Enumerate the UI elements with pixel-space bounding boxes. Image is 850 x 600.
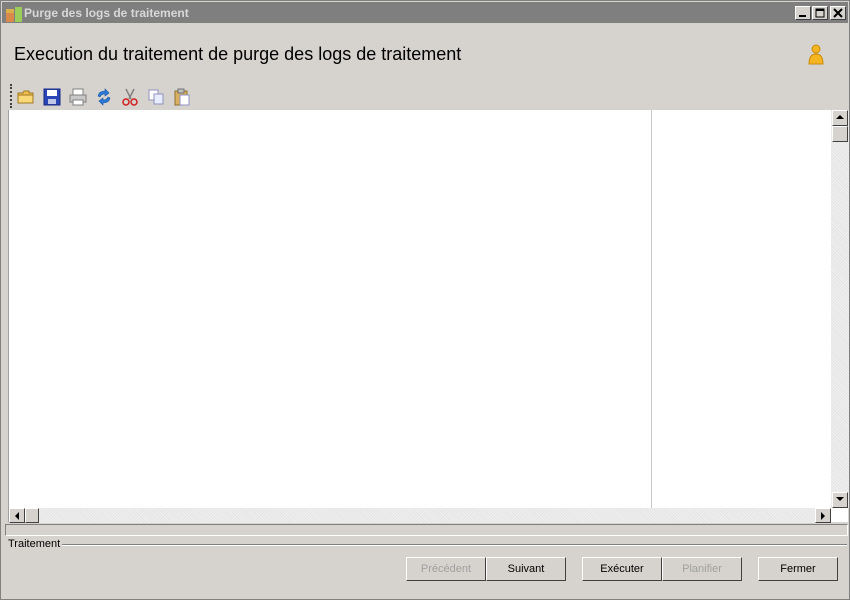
vertical-scroll-thumb[interactable] <box>832 126 848 142</box>
maximize-icon <box>815 8 825 18</box>
user-icon <box>808 44 824 65</box>
horizontal-scrollbar[interactable] <box>9 508 831 523</box>
status-bar <box>5 524 848 536</box>
arrow-right-icon <box>821 512 825 520</box>
previous-button[interactable]: Précédent <box>406 557 486 581</box>
next-button[interactable]: Suivant <box>486 557 566 581</box>
arrow-down-icon <box>836 497 844 501</box>
close-button[interactable] <box>830 6 846 20</box>
toolbar-grip[interactable] <box>10 84 12 108</box>
paste-icon <box>174 88 190 106</box>
column-separator[interactable] <box>651 110 652 508</box>
vertical-scrollbar[interactable] <box>831 110 849 508</box>
scroll-right-button[interactable] <box>815 508 831 523</box>
results-panel[interactable] <box>8 110 849 523</box>
arrow-left-icon <box>15 512 19 520</box>
main-window: Purge des logs de traitement Execution d… <box>0 0 850 600</box>
schedule-button[interactable]: Planifier <box>662 557 742 581</box>
paste-button[interactable] <box>173 88 191 106</box>
scroll-up-button[interactable] <box>832 110 848 126</box>
window-title: Purge des logs de traitement <box>24 6 189 20</box>
copy-button[interactable] <box>147 88 165 106</box>
maximize-button[interactable] <box>812 6 828 20</box>
refresh-button[interactable] <box>95 88 113 106</box>
close-icon <box>833 8 843 18</box>
minimize-button[interactable] <box>795 6 811 20</box>
toolbar <box>7 84 207 110</box>
cut-button[interactable] <box>121 88 139 106</box>
open-button[interactable] <box>17 88 35 106</box>
horizontal-scroll-thumb[interactable] <box>25 508 39 523</box>
scroll-left-button[interactable] <box>9 508 25 523</box>
open-folder-icon <box>17 90 34 104</box>
arrow-up-icon <box>836 115 844 119</box>
save-button[interactable] <box>43 88 61 106</box>
print-icon <box>69 88 87 106</box>
print-button[interactable] <box>69 88 87 106</box>
save-icon <box>43 88 61 106</box>
page-title: Execution du traitement de purge des log… <box>14 44 462 64</box>
minimize-icon <box>799 15 806 17</box>
refresh-icon <box>97 88 111 106</box>
app-icon <box>6 6 22 22</box>
execute-button[interactable]: Exécuter <box>582 557 662 581</box>
group-divider <box>61 544 847 546</box>
cut-icon <box>122 88 138 106</box>
scroll-down-button[interactable] <box>832 492 848 508</box>
close-dialog-button[interactable]: Fermer <box>758 557 838 581</box>
title-bar[interactable]: Purge des logs de traitement <box>2 2 848 23</box>
copy-icon <box>148 89 164 105</box>
group-label: Traitement <box>8 538 63 550</box>
